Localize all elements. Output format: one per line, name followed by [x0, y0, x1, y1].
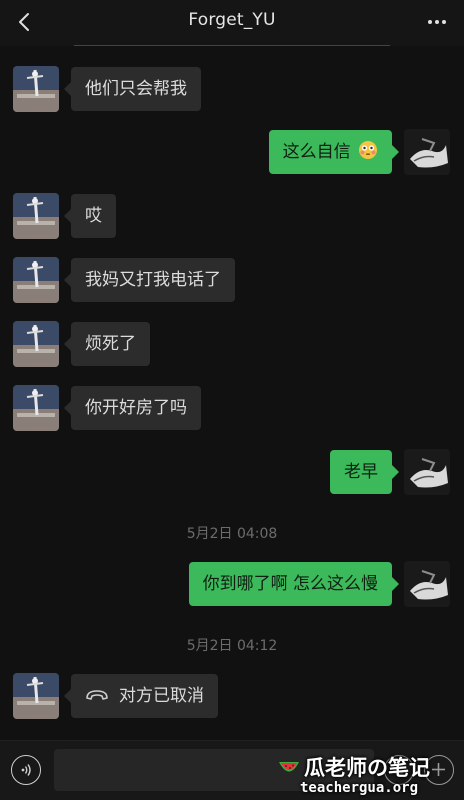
chat-screen: Forget_YU 他们只会帮我 这么自信 哎 我妈又打我电话了 烦死了 你开好… [0, 0, 464, 800]
phone-hangup-icon [86, 690, 108, 700]
message-text: 烦死了 [85, 334, 136, 354]
message-text: 你到哪了啊 怎么这么慢 [202, 574, 378, 594]
message-text: 我妈又打我电话了 [85, 270, 221, 290]
call-record-bubble[interactable]: 对方已取消 [64, 674, 218, 718]
contact-avatar[interactable] [13, 66, 59, 112]
timestamp: 5月2日 04:12 [186, 638, 278, 654]
message-text: 老早 [344, 462, 378, 482]
call-status-text: 对方已取消 [119, 686, 204, 706]
contact-avatar[interactable] [13, 193, 59, 239]
watermark-line1: 瓜老师の笔记 [304, 756, 430, 780]
my-avatar[interactable] [404, 449, 450, 495]
more-button[interactable] [422, 8, 452, 36]
voice-icon [21, 764, 31, 776]
message-text: 这么自信 [282, 142, 351, 162]
incoming-message-bubble[interactable]: 他们只会帮我 [64, 67, 201, 111]
outgoing-message-bubble[interactable]: 这么自信 [268, 130, 400, 174]
incoming-message-bubble[interactable]: 烦死了 [64, 322, 150, 366]
header-divider [74, 45, 390, 46]
voice-button[interactable] [11, 755, 41, 785]
outgoing-message-bubble[interactable]: 老早 [330, 450, 399, 494]
more-dots-icon [428, 20, 446, 24]
message-text: 他们只会帮我 [85, 79, 187, 99]
chat-title: Forget_YU [188, 10, 276, 30]
incoming-message-bubble[interactable]: 你开好房了吗 [64, 386, 201, 430]
contact-avatar[interactable] [13, 385, 59, 431]
timestamp: 5月2日 04:08 [186, 526, 278, 542]
watermark: 瓜老师の笔记 teachergua.org [278, 752, 464, 798]
outgoing-message-bubble[interactable]: 你到哪了啊 怎么这么慢 [188, 562, 400, 606]
watermelon-icon [279, 762, 299, 772]
contact-avatar[interactable] [13, 321, 59, 367]
message-text: 你开好房了吗 [85, 398, 187, 418]
message-text: 哎 [85, 206, 102, 226]
flushed-face-emoji-icon [359, 141, 377, 159]
incoming-message-bubble[interactable]: 哎 [64, 194, 116, 238]
contact-avatar[interactable] [13, 673, 59, 719]
my-avatar[interactable] [404, 561, 450, 607]
watermark-line2: teachergua.org [300, 780, 419, 796]
chat-header: Forget_YU [0, 0, 464, 46]
incoming-message-bubble[interactable]: 我妈又打我电话了 [64, 258, 235, 302]
watermark-title: 瓜老师の笔记 [278, 752, 430, 782]
contact-avatar[interactable] [13, 257, 59, 303]
my-avatar[interactable] [404, 129, 450, 175]
